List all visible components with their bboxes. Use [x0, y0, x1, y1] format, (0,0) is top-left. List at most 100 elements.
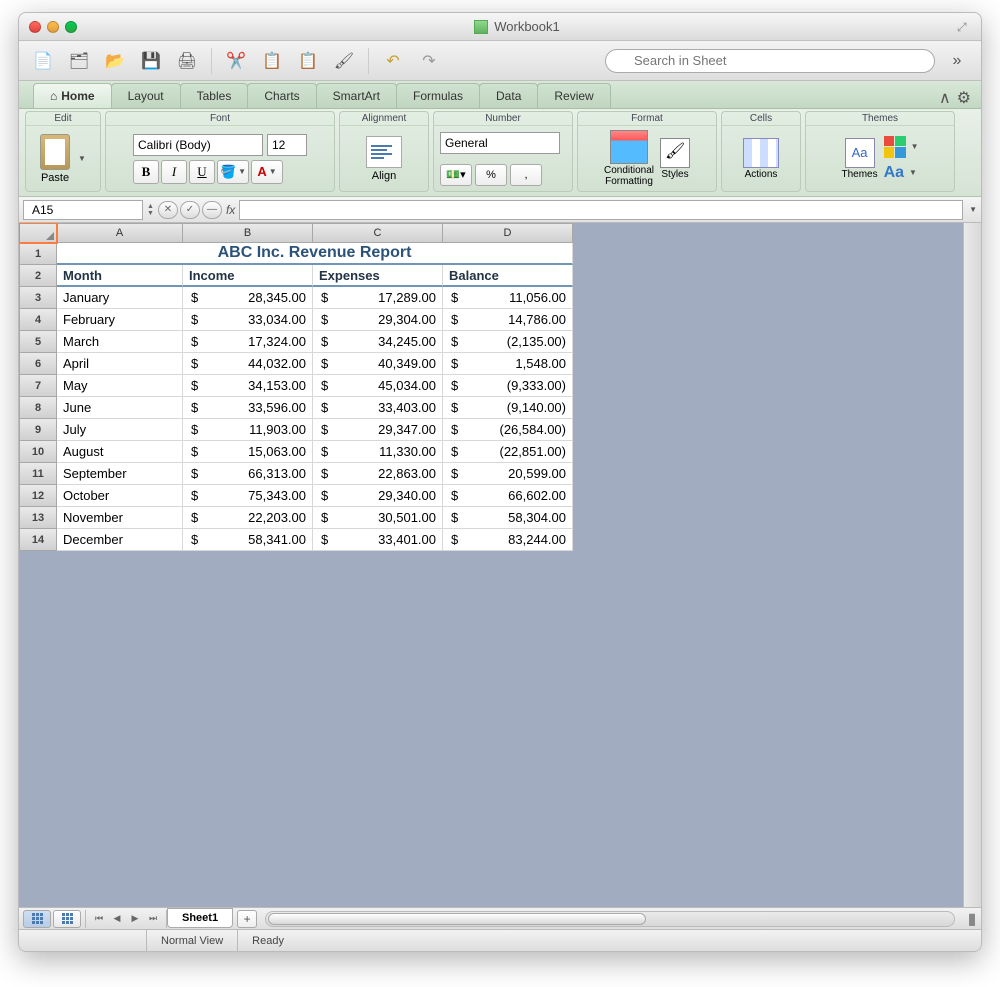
more-icon[interactable]: »	[943, 47, 971, 75]
cell-month[interactable]: May	[57, 375, 183, 397]
cell-expenses[interactable]: $29,347.00	[313, 419, 443, 441]
cell-expenses[interactable]: $29,340.00	[313, 485, 443, 507]
fx-icon[interactable]: fx	[226, 203, 235, 217]
header-month[interactable]: Month	[57, 265, 183, 287]
currency-button[interactable]: 💵▾	[440, 164, 472, 186]
actions-button[interactable]: Actions	[743, 138, 779, 180]
formula-bar[interactable]	[239, 200, 963, 220]
row-header[interactable]: 7	[19, 375, 57, 397]
titlebar[interactable]: Workbook1 ⤢	[19, 13, 981, 41]
report-title-cell[interactable]: ABC Inc. Revenue Report	[57, 243, 573, 265]
cell-month[interactable]: April	[57, 353, 183, 375]
header-expenses[interactable]: Expenses	[313, 265, 443, 287]
row-header[interactable]: 14	[19, 529, 57, 551]
redo-icon[interactable]: ↷	[415, 47, 443, 75]
open-icon[interactable]: 📂	[101, 47, 129, 75]
tab-home[interactable]: ⌂Home	[33, 83, 112, 108]
paste-icon[interactable]: 📋	[294, 47, 322, 75]
cell-expenses[interactable]: $17,289.00	[313, 287, 443, 309]
search-input[interactable]	[605, 49, 935, 73]
col-header-d[interactable]: D	[443, 223, 573, 243]
format-painter-icon[interactable]: 🖌	[330, 47, 358, 75]
tab-review[interactable]: Review	[537, 83, 610, 108]
cell-income[interactable]: $66,313.00	[183, 463, 313, 485]
cell-month[interactable]: August	[57, 441, 183, 463]
fill-color-button[interactable]: 🪣▼	[217, 160, 249, 184]
cell-expenses[interactable]: $22,863.00	[313, 463, 443, 485]
tab-smartart[interactable]: SmartArt	[316, 83, 397, 108]
cell-month[interactable]: June	[57, 397, 183, 419]
cell-balance[interactable]: $(26,584.00)	[443, 419, 573, 441]
cell-income[interactable]: $75,343.00	[183, 485, 313, 507]
row-header[interactable]: 6	[19, 353, 57, 375]
cell-month[interactable]: February	[57, 309, 183, 331]
select-all-corner[interactable]	[19, 223, 57, 243]
cell-expenses[interactable]: $11,330.00	[313, 441, 443, 463]
tab-data[interactable]: Data	[479, 83, 538, 108]
cell-expenses[interactable]: $34,245.00	[313, 331, 443, 353]
cell-income[interactable]: $44,032.00	[183, 353, 313, 375]
theme-colors-button[interactable]: ▼	[884, 136, 919, 158]
next-sheet-icon[interactable]: ▶	[126, 910, 144, 928]
cell-expenses[interactable]: $33,403.00	[313, 397, 443, 419]
align-button[interactable]: Align	[366, 136, 402, 182]
cell-balance[interactable]: $(9,333.00)	[443, 375, 573, 397]
save-icon[interactable]: 💾	[137, 47, 165, 75]
copy-icon[interactable]: 📋	[258, 47, 286, 75]
minimize-icon[interactable]	[47, 21, 59, 33]
undo-icon[interactable]: ↶	[379, 47, 407, 75]
cell-month[interactable]: November	[57, 507, 183, 529]
last-sheet-icon[interactable]: ⏭	[144, 910, 162, 928]
first-sheet-icon[interactable]: ⏮	[90, 910, 108, 928]
font-size-select[interactable]	[267, 134, 307, 156]
namebox-stepper[interactable]: ▲▼	[147, 203, 154, 217]
cell-expenses[interactable]: $30,501.00	[313, 507, 443, 529]
cell-expenses[interactable]: $45,034.00	[313, 375, 443, 397]
comma-button[interactable]: ,	[510, 164, 542, 186]
cell-income[interactable]: $15,063.00	[183, 441, 313, 463]
tab-formulas[interactable]: Formulas	[396, 83, 480, 108]
row-header[interactable]: 3	[19, 287, 57, 309]
cancel-formula-icon[interactable]: ✕	[158, 201, 178, 219]
tab-tables[interactable]: Tables	[180, 83, 249, 108]
gear-icon[interactable]: ⚙	[957, 88, 971, 108]
cell-balance[interactable]: $20,599.00	[443, 463, 573, 485]
row-header[interactable]: 1	[19, 243, 57, 265]
clear-formula-icon[interactable]: —	[202, 201, 222, 219]
row-header[interactable]: 4	[19, 309, 57, 331]
cell-balance[interactable]: $(22,851.00)	[443, 441, 573, 463]
fullscreen-icon[interactable]: ⤢	[957, 20, 971, 34]
cell-income[interactable]: $34,153.00	[183, 375, 313, 397]
vertical-scrollbar[interactable]	[963, 223, 981, 907]
font-name-select[interactable]	[133, 134, 263, 156]
styles-button[interactable]: Styles	[660, 138, 690, 180]
cell-balance[interactable]: $(9,140.00)	[443, 397, 573, 419]
cell-income[interactable]: $11,903.00	[183, 419, 313, 441]
zoom-icon[interactable]	[65, 21, 77, 33]
col-header-a[interactable]: A	[57, 223, 183, 243]
prev-sheet-icon[interactable]: ◀	[108, 910, 126, 928]
cell-balance[interactable]: $(2,135.00)	[443, 331, 573, 353]
cell-month[interactable]: December	[57, 529, 183, 551]
col-header-b[interactable]: B	[183, 223, 313, 243]
paste-button[interactable]: Paste	[40, 134, 70, 184]
cell-income[interactable]: $22,203.00	[183, 507, 313, 529]
horizontal-scrollbar[interactable]	[265, 911, 955, 927]
themes-button[interactable]: Aa Themes	[841, 138, 877, 180]
cell-month[interactable]: October	[57, 485, 183, 507]
cell-balance[interactable]: $1,548.00	[443, 353, 573, 375]
grid[interactable]: A B C D 1 ABC Inc. Revenue Report 2 Mont…	[19, 223, 573, 907]
cell-balance[interactable]: $58,304.00	[443, 507, 573, 529]
new-doc-icon[interactable]: 📄	[29, 47, 57, 75]
row-header[interactable]: 9	[19, 419, 57, 441]
row-header[interactable]: 11	[19, 463, 57, 485]
italic-button[interactable]: I	[161, 160, 187, 184]
cell-income[interactable]: $33,034.00	[183, 309, 313, 331]
cell-balance[interactable]: $14,786.00	[443, 309, 573, 331]
cell-balance[interactable]: $83,244.00	[443, 529, 573, 551]
cell-income[interactable]: $17,324.00	[183, 331, 313, 353]
formula-bar-expand-icon[interactable]: ▼	[969, 205, 977, 214]
template-icon[interactable]: 🗂	[65, 47, 93, 75]
cell-balance[interactable]: $66,602.00	[443, 485, 573, 507]
normal-view-button[interactable]	[23, 910, 51, 928]
